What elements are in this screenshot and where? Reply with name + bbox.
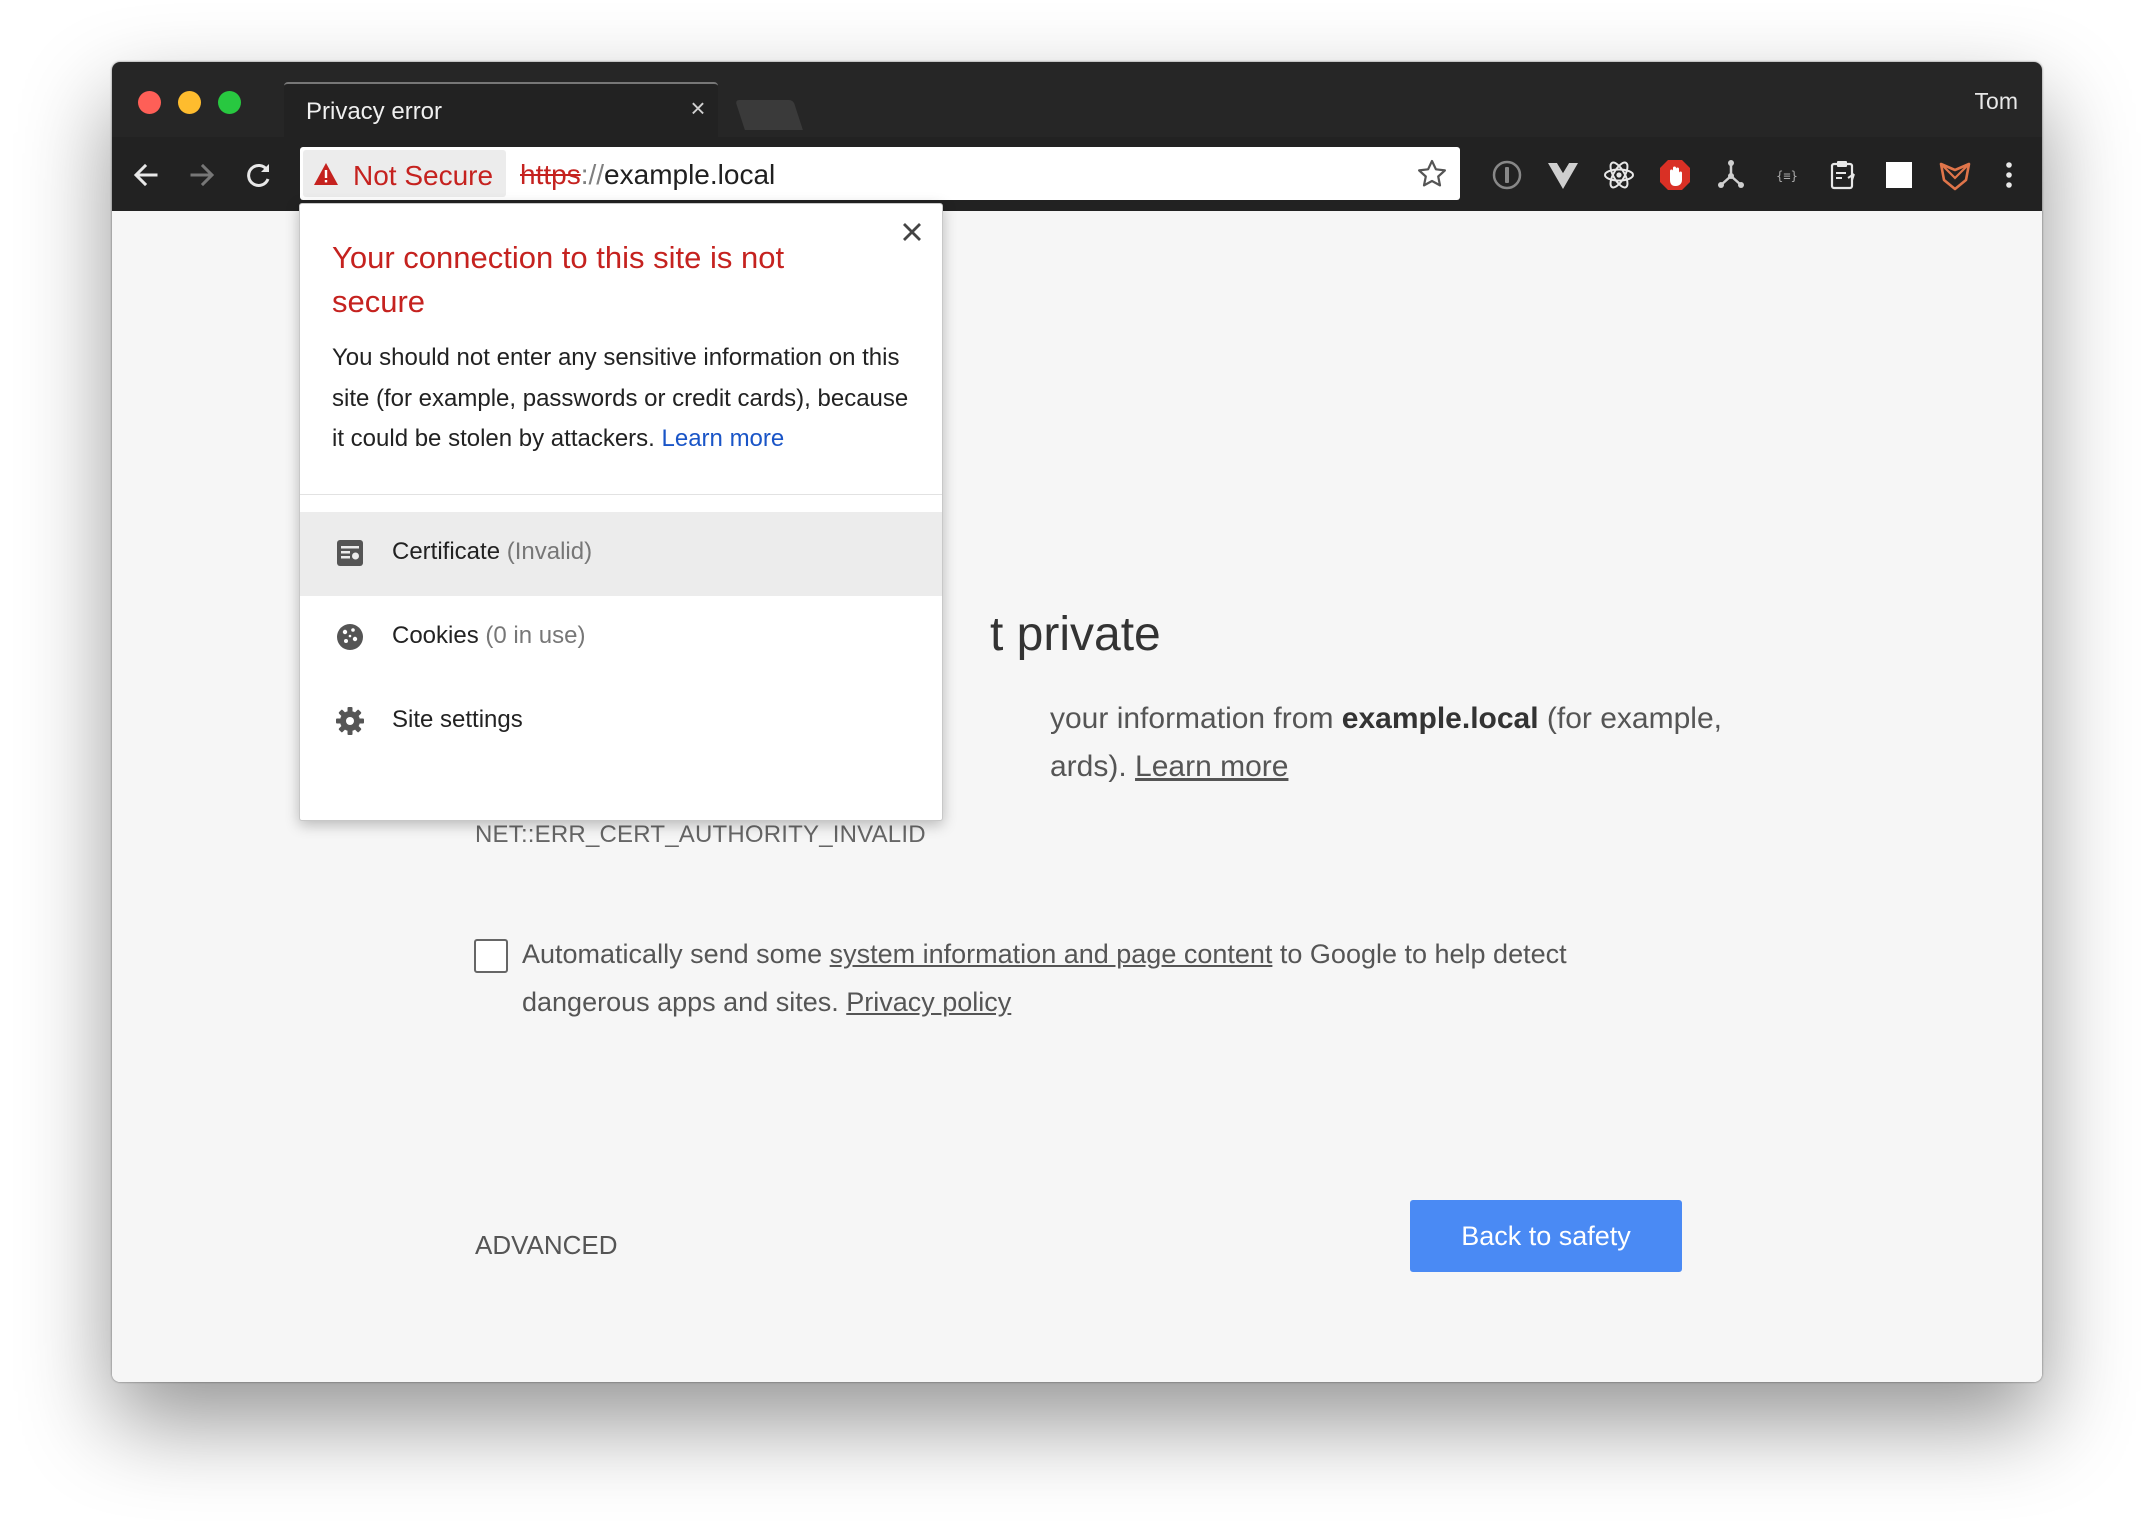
not-secure-label: Not Secure <box>353 160 494 191</box>
certificate-label: Certificate <box>392 538 501 565</box>
url-separator: :// <box>580 159 605 190</box>
browser-toolbar: Not Secure https://example.local {≡} <box>112 137 2042 211</box>
certificate-status: (Invalid) <box>506 538 593 565</box>
page-heading: t private <box>990 608 1161 661</box>
blank-square-icon[interactable] <box>1882 158 1916 192</box>
minimize-window-button[interactable] <box>178 91 201 114</box>
checkbox-label-text: Automatically send some <box>522 939 830 969</box>
bookmark-star-icon[interactable] <box>1416 158 1448 190</box>
adblock-hand-icon[interactable] <box>1658 158 1692 192</box>
popup-title: Your connection to this site is not secu… <box>332 240 785 319</box>
description-line-1: your information from example.local (for… <box>1050 702 1722 736</box>
error-code: NET::ERR_CERT_AUTHORITY_INVALID <box>475 821 926 848</box>
checkbox-label-text-2: dangerous apps and sites. <box>522 987 847 1017</box>
new-tab-button[interactable] <box>735 100 803 130</box>
svg-text:{≡}: {≡} <box>1776 169 1798 183</box>
url-host: example.local <box>604 159 776 190</box>
site-info-popup: Your connection to this site is not secu… <box>299 203 943 821</box>
tab-close-icon[interactable]: × <box>684 93 712 123</box>
vue-devtools-icon[interactable] <box>1546 158 1580 192</box>
back-to-safety-button[interactable]: Back to safety <box>1410 1200 1682 1272</box>
checkbox-label-line-1: Automatically send some system informati… <box>522 939 1567 970</box>
title-bar: Privacy error × Tom <box>112 62 2042 139</box>
cookies-label: Cookies <box>392 622 479 649</box>
popup-body-text: You should not enter any sensitive infor… <box>332 344 909 452</box>
site-settings-label: Site settings <box>392 706 523 733</box>
kebab-menu-icon[interactable] <box>1992 158 2026 192</box>
warning-triangle-icon <box>314 163 338 185</box>
reload-icon[interactable] <box>238 155 278 195</box>
site-settings-row[interactable]: Site settings <box>300 680 942 764</box>
advanced-button[interactable]: ADVANCED <box>475 1230 618 1261</box>
back-to-safety-label: Back to safety <box>1461 1220 1631 1251</box>
fox-extension-icon[interactable] <box>1938 158 1972 192</box>
cookies-label-wrap: Cookies (0 in use) <box>392 622 585 650</box>
description-line-2: ards). Learn more <box>1050 750 1288 784</box>
address-bar[interactable]: Not Secure https://example.local <box>300 147 1460 200</box>
description-text: your information from <box>1050 702 1342 735</box>
react-devtools-icon[interactable] <box>1602 158 1636 192</box>
privacy-policy-link[interactable]: Privacy policy <box>846 987 1011 1017</box>
url-text[interactable]: https://example.local <box>520 159 775 191</box>
json-viewer-icon[interactable]: {≡} <box>1770 158 1804 192</box>
back-arrow-icon[interactable] <box>126 155 166 195</box>
certificate-icon <box>337 540 363 566</box>
cookie-icon <box>337 624 363 650</box>
popup-learn-more-link[interactable]: Learn more <box>662 425 785 452</box>
popup-divider <box>300 494 942 495</box>
checkbox-label-text-tail: to Google to help detect <box>1272 939 1567 969</box>
cookies-row[interactable]: Cookies (0 in use) <box>300 596 942 680</box>
checkbox-label-line-2: dangerous apps and sites. Privacy policy <box>522 987 1011 1018</box>
host-name: example.local <box>1341 702 1539 735</box>
popup-close-icon[interactable] <box>898 218 926 246</box>
forward-arrow-icon[interactable] <box>182 155 222 195</box>
sourcetree-icon[interactable] <box>1714 158 1748 192</box>
learn-more-link[interactable]: Learn more <box>1135 750 1288 783</box>
description-text-2: ards). <box>1050 750 1136 783</box>
tab-title: Privacy error <box>306 98 443 125</box>
cookies-count: (0 in use) <box>485 622 586 649</box>
url-scheme: https <box>520 159 581 190</box>
password-manager-icon[interactable] <box>1490 158 1524 192</box>
send-info-checkbox[interactable] <box>474 939 508 973</box>
zoom-window-button[interactable] <box>218 91 241 114</box>
certificate-label-wrap: Certificate (Invalid) <box>392 538 592 566</box>
gear-icon <box>336 707 364 735</box>
tab-privacy-error[interactable]: Privacy error × <box>284 82 718 139</box>
close-window-button[interactable] <box>138 91 161 114</box>
clipboard-icon[interactable] <box>1826 158 1860 192</box>
popup-body: You should not enter any sensitive infor… <box>332 338 912 460</box>
profile-name[interactable]: Tom <box>1975 88 2018 115</box>
system-info-link[interactable]: system information and page content <box>830 939 1273 969</box>
certificate-row[interactable]: Certificate (Invalid) <box>300 512 942 596</box>
browser-window: Privacy error × Tom Not Secure https://e… <box>112 62 2042 1382</box>
description-text-tail: (for example, <box>1538 702 1722 735</box>
security-chip[interactable]: Not Secure <box>303 150 506 197</box>
